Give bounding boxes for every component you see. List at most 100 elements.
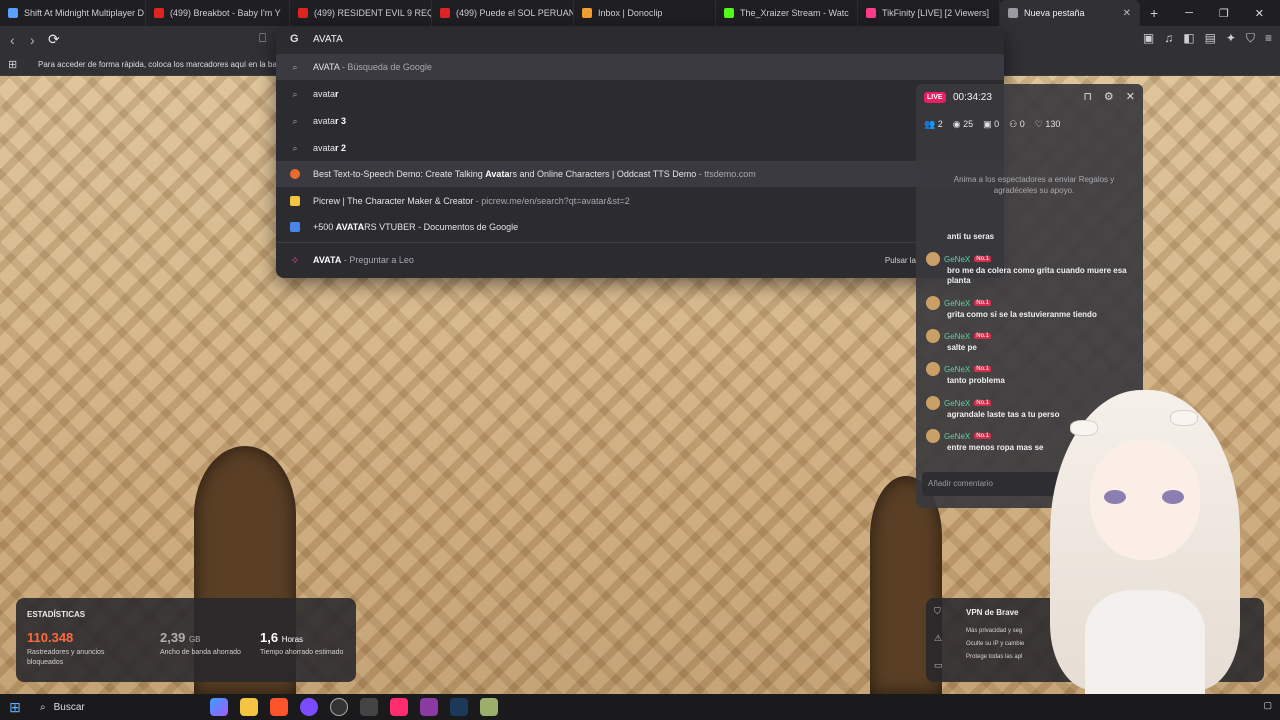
suggestion-text: Picrew | The Character Maker & Creator -… (313, 196, 630, 206)
tab-favicon (440, 8, 450, 18)
tab-4[interactable]: Inbox | Donoclip (574, 0, 716, 26)
close-tab-icon[interactable]: ✕ (1123, 8, 1131, 19)
suggestion-text: AVATA - Búsqueda de Google (313, 62, 432, 72)
suggestion-leo[interactable]: ✧ AVATA - Preguntar a Leo Pulsar la (276, 247, 1004, 273)
search-icon: ⌕ (292, 88, 298, 99)
avatar (926, 252, 940, 266)
reload-icon[interactable]: ⟳ (48, 31, 60, 48)
screenshot-icon[interactable]: ▣ (1143, 31, 1154, 46)
back-icon[interactable]: ‹ (10, 32, 15, 48)
restore-icon[interactable]: ❐ (1219, 7, 1229, 20)
new-tab-icon[interactable]: + (1140, 5, 1168, 21)
address-input[interactable]: AVATA (313, 34, 343, 45)
tiktok-icon[interactable] (390, 698, 408, 716)
settings-icon[interactable]: ⚙ (1104, 90, 1114, 103)
tab-title: (499) RESIDENT EVIL 9 REQUIE (314, 8, 431, 18)
avatar (926, 429, 940, 443)
vpn-title: VPN de Brave (966, 608, 1019, 617)
app-icon[interactable] (360, 698, 378, 716)
brave-icon[interactable] (270, 698, 288, 716)
suggestion-search[interactable]: ⌕ AVATA - Búsqueda de Google (276, 54, 1004, 80)
search-icon: ⌕ (292, 142, 298, 153)
app-icon[interactable] (480, 698, 498, 716)
tab-title: TikFinity [LIVE] [2 Viewers] (882, 8, 990, 18)
tab-1[interactable]: (499) Breakbot - Baby I'm Y (146, 0, 290, 26)
suggestion-site[interactable]: Best Text-to-Speech Demo: Create Talking… (276, 161, 1004, 187)
tab-0[interactable]: Shift At Midnight Multiplayer D (0, 0, 146, 26)
sidebar-icon[interactable]: ◧ (1183, 31, 1194, 46)
search-icon: ⌕ (292, 115, 298, 126)
oddcast-favicon (290, 169, 300, 179)
stats-title: ESTADÍSTICAS (27, 610, 86, 619)
menu-icon[interactable]: ≡ (1265, 31, 1272, 46)
tab-favicon (724, 8, 734, 18)
close-window-icon[interactable]: ✕ (1255, 7, 1264, 20)
vpn-shield-icon[interactable]: ⛉ (1246, 31, 1255, 46)
shares-stat: ⚇ 0 (1009, 119, 1025, 129)
address-bar[interactable]: G AVATA (276, 28, 1004, 52)
suggestion-search[interactable]: ⌕ avatar (276, 81, 1004, 107)
winrar-icon[interactable] (420, 698, 438, 716)
avatar (926, 362, 940, 376)
bookmark-icon[interactable]: ⎕ (259, 31, 266, 46)
avatar (926, 396, 940, 410)
viewers-stat: 👥 2 (924, 119, 943, 129)
suggestion-search[interactable]: ⌕ avatar 2 (276, 135, 1004, 161)
tab-title: The_Xraizer Stream - Watc (740, 8, 849, 18)
window-controls: ─ ❐ ✕ (1185, 7, 1280, 20)
file-explorer-icon[interactable] (240, 698, 258, 716)
tab-3[interactable]: (499) Puede el SOL PERUANO (432, 0, 574, 26)
messenger-icon[interactable] (300, 698, 318, 716)
shield-icon[interactable]: ⛉ (934, 606, 943, 617)
forward-icon[interactable]: › (30, 32, 35, 48)
music-icon[interactable]: ♫ (1164, 31, 1173, 46)
tab-5[interactable]: The_Xraizer Stream - Watc (716, 0, 858, 26)
tab-favicon (866, 8, 876, 18)
tab-6[interactable]: TikFinity [LIVE] [2 Viewers] (858, 0, 1000, 26)
picrew-favicon (290, 196, 300, 206)
tab-title: Nueva pestaña (1024, 8, 1085, 18)
tab-title: (499) Breakbot - Baby I'm Y (170, 8, 281, 18)
windows-start-icon[interactable]: ⊞ (0, 699, 30, 716)
warning-icon[interactable]: ⚠ (934, 633, 943, 644)
trackers-blocked-stat: 110.348 Rastreadores y anuncios bloquead… (27, 630, 105, 666)
suggestion-text: +500 AVATARS VTUBER - Documentos de Goog… (313, 222, 519, 232)
google-icon: G (290, 33, 299, 45)
chat-message: GeNeX No.1 grita como si se la estuvieran… (926, 296, 1136, 320)
taskbar-search[interactable]: ⌕ Buscar (30, 702, 170, 713)
stats-widget: ESTADÍSTICAS 110.348 Rastreadores y anun… (16, 598, 356, 682)
close-icon[interactable]: ✕ (1126, 90, 1135, 103)
tab-2[interactable]: (499) RESIDENT EVIL 9 REQUIE (290, 0, 432, 26)
copilot-icon[interactable] (210, 698, 228, 716)
google-docs-icon (290, 222, 300, 232)
leo-ai-icon[interactable]: ✦ (1226, 31, 1236, 46)
views-stat: ◉ 25 (952, 119, 974, 129)
suggestion-doc[interactable]: +500 AVATARS VTUBER - Documentos de Goog… (276, 214, 1004, 240)
taskbar: ⊞ ⌕ Buscar ▢ (0, 694, 1280, 720)
search-icon: ⌕ (40, 701, 46, 713)
suggestion-text: avatar 3 (313, 116, 347, 126)
tab-7[interactable]: Nueva pestaña ✕ (1000, 0, 1140, 26)
divider (276, 242, 1004, 243)
apps-grid-icon[interactable]: ⊞ (8, 58, 17, 71)
wallet-icon[interactable]: ▤ (1205, 31, 1216, 46)
obs-icon[interactable] (330, 698, 348, 716)
steam-icon[interactable] (450, 698, 468, 716)
tab-strip: Shift At Midnight Multiplayer D (499) Br… (0, 0, 1280, 26)
tab-favicon (154, 8, 164, 18)
minimize-icon[interactable]: ─ (1185, 7, 1193, 20)
leo-icon: ✧ (290, 254, 300, 267)
suggestion-text: avatar 2 (313, 143, 347, 153)
suggestion-search[interactable]: ⌕ avatar 3 (276, 108, 1004, 134)
suggestion-text: avatar (313, 89, 339, 99)
lock-icon[interactable]: ⊓ (1083, 90, 1092, 103)
live-badge: LIVE (924, 92, 946, 103)
screen-icon[interactable]: ▭ (934, 660, 943, 671)
search-icon: ⌕ (292, 61, 298, 72)
tab-favicon (582, 8, 592, 18)
leo-hint: Pulsar la (884, 255, 916, 265)
suggestion-site[interactable]: Picrew | The Character Maker & Creator -… (276, 188, 1004, 214)
omnibox-dropdown: G AVATA ⌕ AVATA - Búsqueda de Google ⌕ a… (276, 28, 1004, 278)
notification-icon[interactable]: ▢ (1263, 700, 1272, 711)
time-saved-stat: 1,6 Horas Tiempo ahorrado estimado (260, 630, 344, 656)
